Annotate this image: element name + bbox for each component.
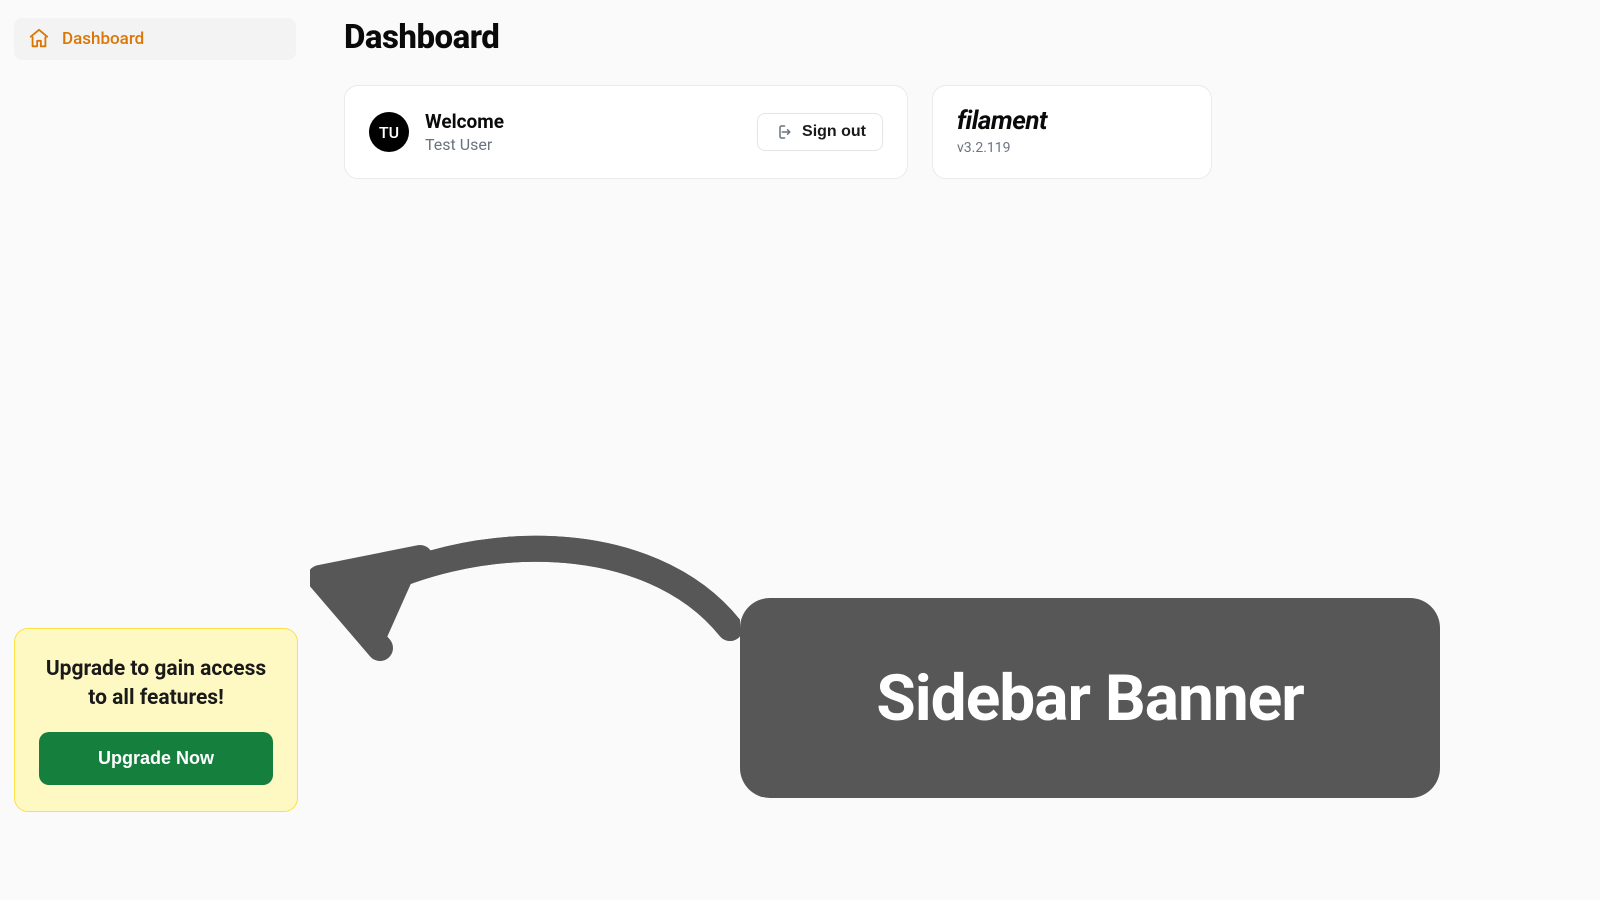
annotation-label-box: Sidebar Banner — [740, 598, 1440, 798]
cards-row: TU Welcome Test User Sign out filamen — [344, 85, 1600, 179]
avatar: TU — [369, 112, 409, 152]
main-content: Dashboard TU Welcome Test User Sign o — [344, 18, 1600, 179]
signout-label: Sign out — [802, 123, 866, 141]
signout-icon — [774, 123, 792, 141]
sidebar-item-label: Dashboard — [62, 29, 144, 49]
filament-card: filament v3.2.119 — [932, 85, 1212, 179]
welcome-title: Welcome — [425, 110, 504, 133]
welcome-text-block: Welcome Test User — [425, 110, 504, 154]
welcome-left: TU Welcome Test User — [369, 110, 504, 154]
annotation-arrow-icon — [310, 508, 740, 688]
signout-button[interactable]: Sign out — [757, 113, 883, 151]
sidebar-item-dashboard[interactable]: Dashboard — [14, 18, 296, 60]
welcome-user-name: Test User — [425, 135, 504, 154]
annotation-label-text: Sidebar Banner — [876, 661, 1303, 736]
filament-version: v3.2.119 — [957, 140, 1187, 156]
filament-logo: filament — [957, 106, 1187, 136]
upgrade-banner-title: Upgrade to gain access to all features! — [39, 655, 273, 712]
upgrade-now-button[interactable]: Upgrade Now — [39, 732, 273, 785]
page-title: Dashboard — [344, 18, 1600, 57]
home-icon — [28, 28, 50, 50]
upgrade-banner: Upgrade to gain access to all features! … — [14, 628, 298, 812]
welcome-card: TU Welcome Test User Sign out — [344, 85, 908, 179]
